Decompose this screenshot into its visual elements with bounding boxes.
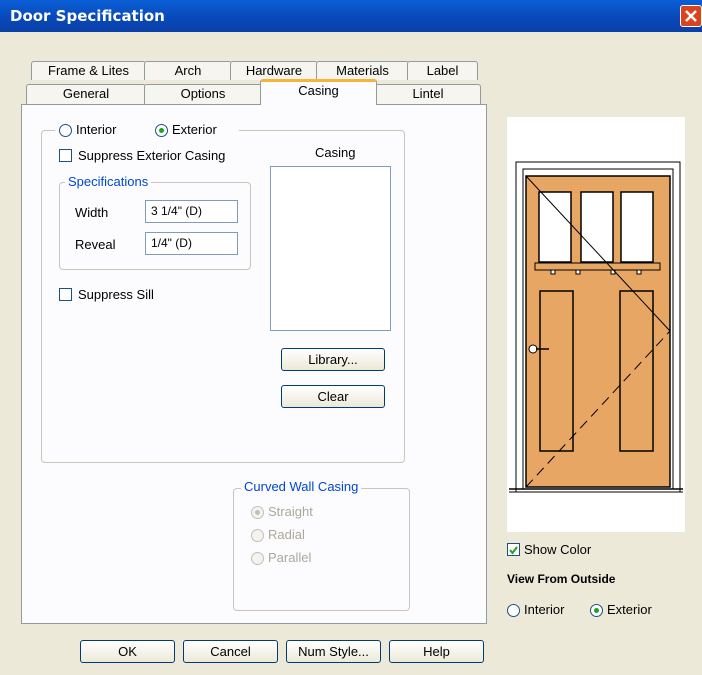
parallel-label: Parallel — [268, 550, 312, 565]
tab-lintel[interactable]: Lintel — [375, 84, 481, 105]
exterior-radio[interactable] — [155, 124, 168, 137]
close-icon — [685, 10, 697, 22]
clear-button[interactable]: Clear — [281, 385, 385, 408]
suppress-exterior-casing-label: Suppress Exterior Casing — [78, 148, 226, 163]
parallel-radio[interactable] — [251, 552, 264, 565]
casing-panel: Interior Exterior Suppress Exterior Casi… — [21, 104, 487, 624]
help-button[interactable]: Help — [389, 640, 484, 663]
suppress-sill-label: Suppress Sill — [78, 287, 154, 302]
tab-frame-lites[interactable]: Frame & Lites — [31, 61, 146, 80]
view-exterior-radio[interactable] — [590, 604, 603, 617]
exterior-label: Exterior — [172, 122, 217, 137]
title-bar: Door Specification — [0, 0, 702, 32]
close-button[interactable] — [680, 5, 702, 27]
straight-radio[interactable] — [251, 506, 264, 519]
interior-radio[interactable] — [59, 124, 72, 137]
straight-label: Straight — [268, 504, 313, 519]
specifications-group — [59, 182, 251, 270]
suppress-sill-checkbox[interactable] — [59, 288, 72, 301]
reveal-field[interactable]: 1/4" (D) — [145, 232, 238, 255]
specifications-legend: Specifications — [65, 174, 152, 189]
radial-label: Radial — [268, 527, 305, 542]
view-interior-radio[interactable] — [507, 604, 520, 617]
door-elevation-drawing — [509, 161, 683, 493]
curved-wall-casing-legend: Curved Wall Casing — [241, 479, 362, 494]
cancel-button[interactable]: Cancel — [183, 640, 278, 663]
width-field[interactable]: 3 1/4" (D) — [145, 200, 238, 223]
ok-button[interactable]: OK — [80, 640, 175, 663]
library-button[interactable]: Library... — [281, 348, 385, 371]
show-color-label: Show Color — [524, 542, 592, 557]
view-exterior-label: Exterior — [607, 602, 652, 617]
view-interior-label: Interior — [524, 602, 565, 617]
view-from-outside-label: View From Outside — [507, 572, 616, 586]
radial-radio[interactable] — [251, 529, 264, 542]
casing-list-title: Casing — [315, 145, 356, 160]
suppress-exterior-casing-checkbox[interactable] — [59, 149, 72, 162]
door-preview — [507, 117, 685, 532]
tab-casing[interactable]: Casing — [260, 79, 377, 105]
casing-listbox[interactable] — [270, 166, 391, 331]
checkmark-icon — [509, 546, 518, 555]
tab-materials[interactable]: Materials — [316, 61, 409, 80]
tab-hardware[interactable]: Hardware — [230, 61, 318, 80]
show-color-checkbox[interactable] — [507, 543, 520, 556]
tab-arch[interactable]: Arch — [144, 61, 232, 80]
tab-general[interactable]: General — [26, 84, 146, 105]
num-style-button[interactable]: Num Style... — [286, 640, 381, 663]
interior-label: Interior — [76, 122, 117, 137]
tab-label[interactable]: Label — [407, 61, 478, 80]
reveal-label: Reveal — [75, 237, 116, 252]
tab-options[interactable]: Options — [144, 84, 262, 105]
width-label: Width — [75, 205, 109, 220]
window-title: Door Specification — [10, 7, 165, 25]
